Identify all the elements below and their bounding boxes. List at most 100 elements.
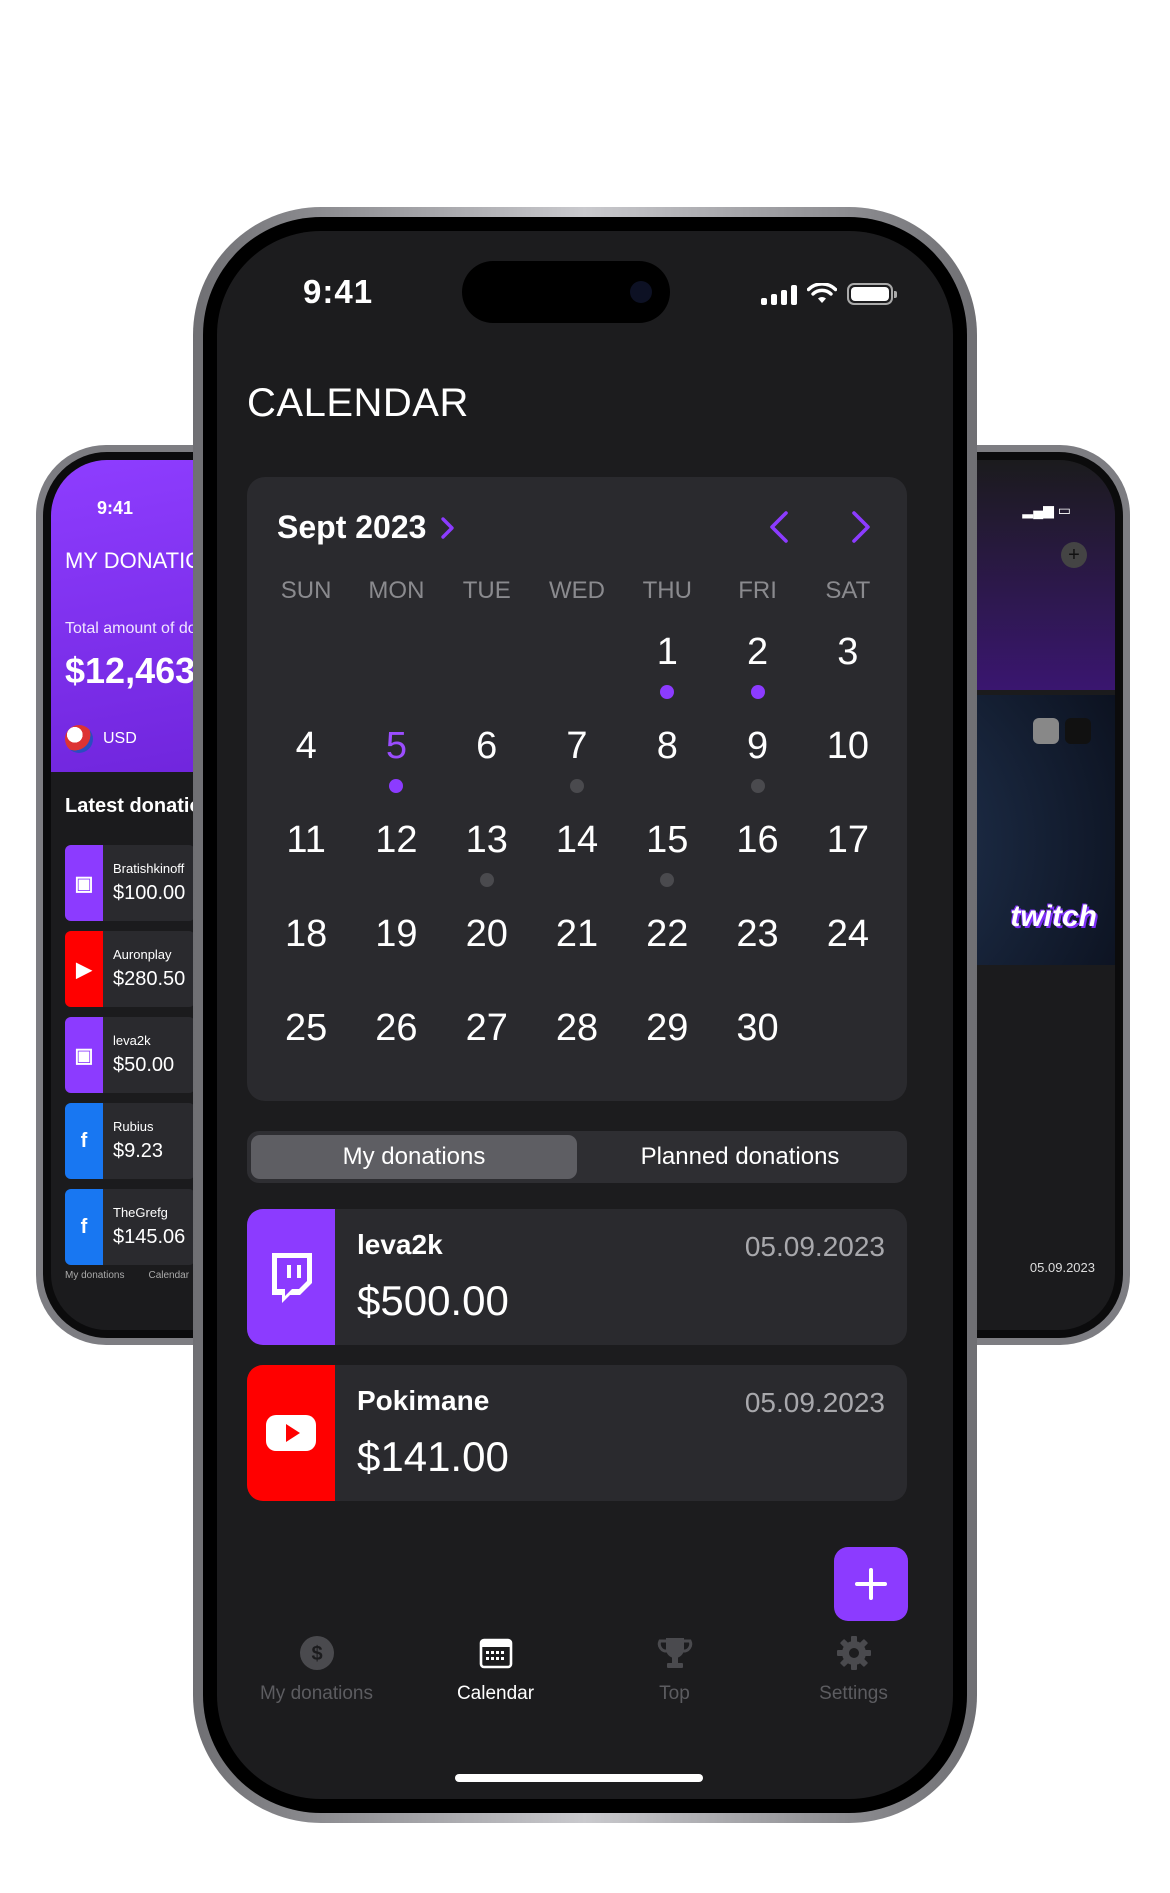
list-item[interactable]: ▶ Auronplay $280.50 xyxy=(65,931,195,1007)
youtube-icon xyxy=(247,1365,335,1501)
twitch-icon: ▣ xyxy=(65,1017,103,1093)
tab-bar: $ My donations Calendar Top Settings xyxy=(217,1633,953,1705)
calendar-day[interactable]: 1 xyxy=(622,625,712,719)
calendar-day[interactable]: 7 xyxy=(532,719,622,813)
phone-bezel: 9:41 CALENDAR Sept 2023 SUN MON TUE WED … xyxy=(203,217,967,1813)
dynamic-island xyxy=(462,261,670,323)
weekday-label: SAT xyxy=(825,577,871,604)
calendar-day[interactable]: 22 xyxy=(622,907,712,1001)
empty-day-cell xyxy=(442,625,532,719)
add-donation-button[interactable] xyxy=(834,1547,908,1621)
calendar-day[interactable]: 2 xyxy=(712,625,802,719)
donation-date: 05.09.2023 xyxy=(744,1231,885,1262)
calendar-day[interactable]: 30 xyxy=(712,1001,802,1095)
facebook-icon: f xyxy=(65,1189,103,1265)
calendar-day[interactable]: 13 xyxy=(442,813,532,907)
list-item[interactable]: ▣ leva2k $50.00 xyxy=(65,1017,195,1093)
tab-settings[interactable]: Settings xyxy=(774,1633,934,1705)
weekday-label: SUN xyxy=(280,577,332,604)
calendar-day[interactable]: 15 xyxy=(622,813,712,907)
calendar-day[interactable]: 8 xyxy=(622,719,712,813)
day-number: 14 xyxy=(555,819,599,861)
calendar-day[interactable]: 11 xyxy=(261,813,351,907)
calendar-day[interactable]: 21 xyxy=(532,907,622,1001)
edit-icon[interactable] xyxy=(1033,718,1059,744)
calendar-card: Sept 2023 SUN MON TUE WED THU FRI SAT 1 … xyxy=(247,477,907,1101)
tab-label: My donations xyxy=(259,1683,373,1704)
signal-icon: ▂▄▆ xyxy=(1022,502,1054,518)
weekday-label: THU xyxy=(642,577,692,604)
calendar-day[interactable]: 26 xyxy=(351,1001,441,1095)
list-item[interactable]: f TheGrefg $145.06 xyxy=(65,1189,195,1265)
tab-my-donations[interactable]: $ My donations xyxy=(237,1633,397,1705)
list-item-text: TheGrefg $145.06 xyxy=(103,1205,185,1249)
list-item[interactable]: ▣ Bratishkinoff $100.00 xyxy=(65,845,195,921)
chevron-right-icon xyxy=(441,516,455,539)
trash-icon[interactable] xyxy=(1065,718,1091,744)
calendar-day[interactable]: 27 xyxy=(442,1001,532,1095)
calendar-day[interactable]: 14 xyxy=(532,813,622,907)
calendar-day[interactable]: 17 xyxy=(803,813,893,907)
calendar-day[interactable]: 12 xyxy=(351,813,441,907)
battery-icon xyxy=(847,283,897,305)
tab-top[interactable]: Top xyxy=(595,1633,755,1705)
currency-selector[interactable]: USD xyxy=(65,725,137,753)
day-number: 8 xyxy=(656,725,678,767)
calendar-day[interactable]: 23 xyxy=(712,907,802,1001)
tab-my-donations[interactable]: My donations xyxy=(65,1270,124,1281)
calendar-day[interactable]: 16 xyxy=(712,813,802,907)
donation-amount: $100.00 xyxy=(113,882,186,904)
donation-amount: $280.50 xyxy=(113,968,186,990)
calendar-day[interactable]: 6 xyxy=(442,719,532,813)
day-number: 3 xyxy=(837,631,859,673)
add-icon[interactable]: + xyxy=(1061,542,1087,568)
month-label: Sept 2023 xyxy=(277,509,427,545)
calendar-day[interactable]: 9 xyxy=(712,719,802,813)
battery-icon: ▭ xyxy=(1057,502,1071,518)
calendar-day[interactable]: 28 xyxy=(532,1001,622,1095)
donor-name: Rubius xyxy=(113,1119,154,1134)
day-number: 25 xyxy=(285,1007,328,1049)
tab-my-donations[interactable]: My donations xyxy=(251,1135,577,1179)
day-number: 1 xyxy=(656,631,678,673)
day-number: 6 xyxy=(476,725,498,767)
camera-icon xyxy=(630,281,652,303)
calendar-day[interactable]: 4 xyxy=(261,719,351,813)
calendar-day[interactable]: 3 xyxy=(803,625,893,719)
donor-name: leva2k xyxy=(113,1033,151,1048)
facebook-icon: f xyxy=(65,1103,103,1179)
twitch-icon xyxy=(247,1209,335,1345)
calendar-day[interactable]: 19 xyxy=(351,907,441,1001)
donation-indicator-dot xyxy=(750,779,765,793)
twitch-logo: twitch xyxy=(1010,900,1097,933)
tab-calendar[interactable]: Calendar xyxy=(148,1270,189,1281)
day-number: 12 xyxy=(375,819,418,861)
tab-calendar[interactable]: Calendar xyxy=(416,1633,576,1705)
donation-amount: $145.06 xyxy=(113,1226,186,1248)
calendar-day[interactable]: 18 xyxy=(261,907,351,1001)
tab-planned-donations[interactable]: Planned donations xyxy=(577,1135,903,1179)
day-number: 16 xyxy=(736,819,779,861)
donation-card[interactable]: Pokimane $141.00 05.09.2023 xyxy=(247,1365,907,1501)
weekday-label: MON xyxy=(368,577,425,604)
day-number: 27 xyxy=(465,1007,508,1049)
calendar-day[interactable]: 29 xyxy=(622,1001,712,1095)
calendar-day[interactable]: 10 xyxy=(803,719,893,813)
calendar-day[interactable]: 5 xyxy=(351,719,441,813)
calendar-day[interactable]: 25 xyxy=(261,1001,351,1095)
donation-card[interactable]: leva2k $500.00 05.09.2023 xyxy=(247,1209,907,1345)
tab-label: Top xyxy=(659,1683,690,1704)
list-item-text: Auronplay $280.50 xyxy=(103,947,185,991)
list-item-text: Rubius $9.23 xyxy=(103,1119,163,1163)
day-number: 21 xyxy=(555,913,599,955)
day-number: 4 xyxy=(295,725,317,767)
month-selector[interactable]: Sept 2023 xyxy=(277,509,456,546)
calendar-day[interactable]: 24 xyxy=(803,907,893,1001)
chevron-left-icon xyxy=(770,511,788,543)
next-month-button[interactable] xyxy=(839,505,883,549)
list-item[interactable]: f Rubius $9.23 xyxy=(65,1103,195,1179)
currency-label: USD xyxy=(103,730,137,747)
previous-month-button[interactable] xyxy=(757,505,801,549)
status-icons: ▂▄▆ ▭ xyxy=(1022,502,1071,519)
calendar-day[interactable]: 20 xyxy=(442,907,532,1001)
